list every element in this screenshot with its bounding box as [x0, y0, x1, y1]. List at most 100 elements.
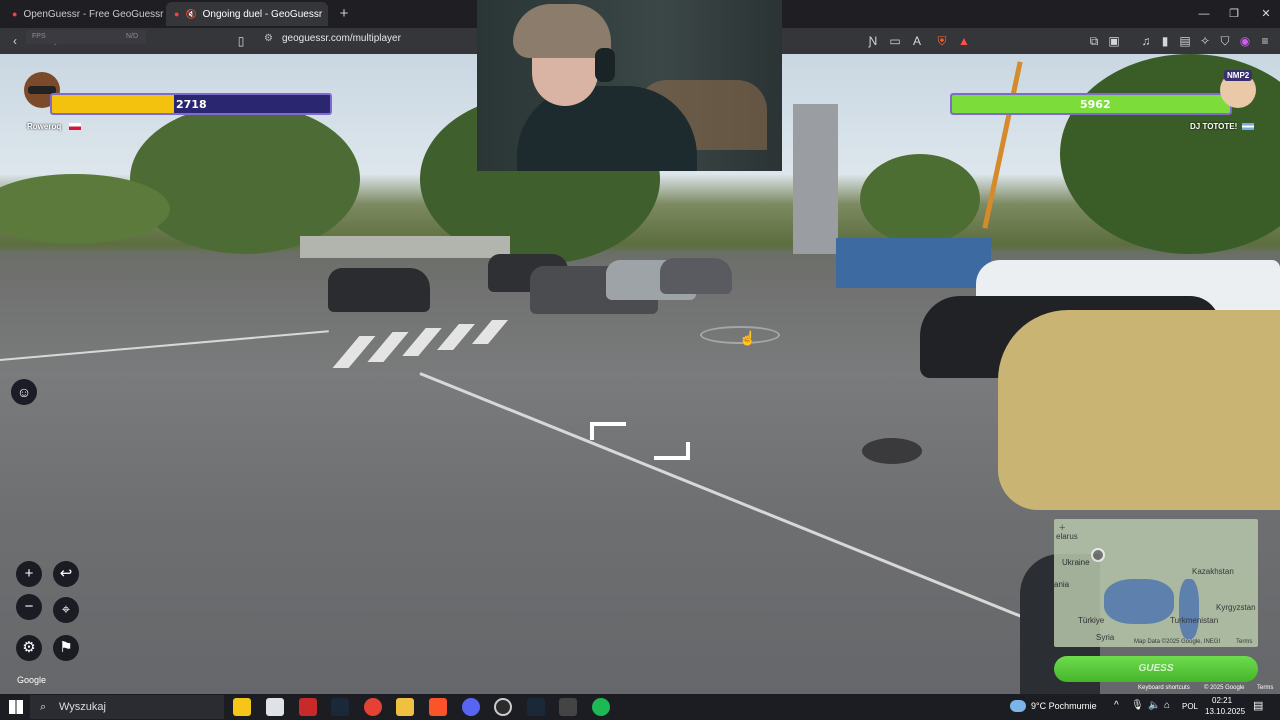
undo-move-icon[interactable]: ↩ — [53, 561, 79, 587]
zoom-in-button[interactable]: + — [16, 561, 42, 587]
player-left-score-bar: 2718 — [50, 93, 332, 115]
flag-icon[interactable]: ⚑ — [53, 635, 79, 661]
guess-button[interactable]: GUESS — [1054, 656, 1258, 682]
terms-link[interactable]: Terms — [1257, 685, 1273, 691]
poland-flag-icon — [69, 123, 81, 130]
argentina-flag-icon — [1242, 123, 1254, 130]
map-label: Turkmenistan — [1170, 616, 1219, 625]
weather-text[interactable]: 9°C Pochmurnie — [1031, 701, 1097, 711]
map-label: Ukraine — [1062, 558, 1090, 567]
mute-icon[interactable]: 🔇 — [185, 8, 196, 20]
microphone-icon[interactable]: 🎙 — [1131, 700, 1144, 711]
brave-browser-icon[interactable] — [429, 698, 447, 716]
tab-title: OpenGuessr - Free GeoGuessr Altern — [23, 8, 164, 20]
pin-icon: ● — [174, 9, 180, 19]
wallet-icon[interactable]: ▤ — [1176, 32, 1194, 50]
player-right-name: DJ TOTOTE! — [1190, 122, 1238, 131]
player-left-score-fill — [52, 95, 175, 113]
spotify-icon[interactable] — [592, 698, 610, 716]
google-logo: Google — [17, 675, 47, 685]
tracking-off-icon[interactable]: Ɲ — [864, 32, 882, 50]
back-icon[interactable]: ‹ — [6, 32, 24, 50]
app-icon[interactable] — [559, 698, 577, 716]
screen: ● OpenGuessr - Free GeoGuessr Altern ● 🔇… — [0, 0, 1280, 720]
notes-app-icon[interactable] — [233, 698, 251, 716]
tree-far-left — [0, 174, 170, 244]
steam-icon[interactable] — [331, 698, 349, 716]
map-terms-link[interactable]: Terms — [1236, 639, 1252, 645]
fps-overlay: FPS N/D — [26, 30, 146, 44]
translate-icon[interactable]: A — [908, 32, 926, 50]
player-right-score-bar: 5962 — [950, 93, 1232, 115]
restore-button[interactable]: ❐ — [1218, 0, 1250, 28]
close-tab-icon[interactable]: ✕ — [322, 7, 328, 21]
vpn-icon[interactable]: ⛉ — [1216, 32, 1234, 50]
chrome-icon[interactable] — [364, 698, 382, 716]
notifications-icon[interactable]: ▤ — [1253, 699, 1263, 712]
obs-icon[interactable] — [494, 698, 512, 716]
windows-taskbar: ⌕ Wyszukaj 9°C Pochmurnie ^ 🎙 🔈 ⌂ POL 02… — [0, 694, 1280, 720]
road-line — [419, 372, 1089, 645]
headphones — [595, 48, 615, 82]
manhole — [862, 438, 922, 464]
show-hidden-icons-icon[interactable]: ^ — [1114, 700, 1119, 711]
music-icon[interactable]: ♫ — [1137, 32, 1155, 50]
tab-openguessr[interactable]: ● OpenGuessr - Free GeoGuessr Altern — [4, 2, 164, 26]
rewards-icon[interactable]: ▲ — [955, 32, 973, 50]
leo-icon[interactable]: ✧ — [1196, 32, 1214, 50]
zoom-out-button[interactable]: − — [16, 594, 42, 620]
tab-ongoing-duel[interactable]: ● 🔇 Ongoing duel - GeoGuessr ✕ — [166, 2, 328, 26]
return-to-start-icon[interactable]: ⌖ — [53, 597, 79, 623]
black-sea — [1104, 579, 1174, 624]
player-left-score: 2718 — [176, 98, 207, 111]
map-label: Türkiye — [1078, 616, 1105, 625]
sidebar-icon[interactable]: ▮ — [1156, 32, 1174, 50]
network-icon[interactable]: ⌂ — [1164, 700, 1170, 711]
file-explorer-icon[interactable] — [396, 698, 414, 716]
wall — [300, 236, 510, 258]
yellow-taxi — [998, 310, 1280, 510]
extensions-icon[interactable]: ⧉ — [1085, 32, 1103, 50]
keyboard-shortcuts-link[interactable]: Keyboard shortcuts — [1138, 685, 1190, 691]
tree-left — [130, 104, 360, 254]
file-app-icon[interactable] — [266, 698, 284, 716]
crosshair-bracket — [590, 422, 626, 440]
taskbar-search[interactable]: ⌕ Wyszukaj — [30, 695, 224, 719]
minimize-button[interactable]: — — [1188, 0, 1220, 28]
red-app-icon[interactable] — [299, 698, 317, 716]
crane — [982, 61, 1023, 229]
emote-button[interactable]: ☺ — [11, 379, 37, 405]
bookmark-icon[interactable]: ▯ — [232, 32, 250, 50]
brave-shield-icon[interactable]: ⛨ — [933, 32, 951, 50]
steam-app-icon[interactable] — [527, 698, 545, 716]
player-right-badge: NMP2 — [1224, 70, 1253, 81]
tab-search-icon[interactable]: ▣ — [1105, 32, 1123, 50]
map-label: Kyrgyzstan — [1216, 603, 1256, 612]
clock-date[interactable]: 13.10.2025 — [1205, 707, 1245, 716]
settings-gear-icon[interactable]: ⚙ — [16, 635, 42, 661]
tree-right-mid — [860, 154, 980, 244]
grey-car — [660, 258, 732, 294]
cast-icon[interactable]: ▭ — [886, 32, 904, 50]
map-label: Kazakhstan — [1192, 567, 1234, 576]
discord-icon[interactable] — [462, 698, 480, 716]
language-indicator[interactable]: POL — [1182, 702, 1198, 711]
address-bar[interactable]: geoguessr.com/multiplayer — [282, 33, 401, 44]
profile-icon[interactable]: ◉ — [1236, 32, 1254, 50]
blue-fence — [836, 238, 991, 288]
menu-icon[interactable]: ≡ — [1256, 32, 1274, 50]
player-right-score: 5962 — [1080, 98, 1111, 111]
crosswalk-stripe — [471, 320, 509, 344]
caspian-sea — [1179, 579, 1199, 639]
new-tab-button[interactable]: + — [334, 4, 354, 24]
site-settings-icon[interactable]: ⚙ — [264, 33, 273, 44]
close-window-button[interactable]: ✕ — [1250, 0, 1280, 28]
windows-start-icon[interactable] — [9, 700, 23, 714]
speaker-icon[interactable]: 🔈 — [1148, 700, 1160, 711]
crosswalk-stripe — [437, 324, 475, 350]
dark-car — [328, 268, 430, 312]
clock-time[interactable]: 02:21 — [1212, 696, 1232, 705]
map-label: Syria — [1096, 633, 1115, 642]
map-label: elarus — [1056, 532, 1078, 541]
guess-map[interactable]: + elarus Ukraine ania Kazakhstan Kyrgyzs… — [1054, 519, 1258, 647]
